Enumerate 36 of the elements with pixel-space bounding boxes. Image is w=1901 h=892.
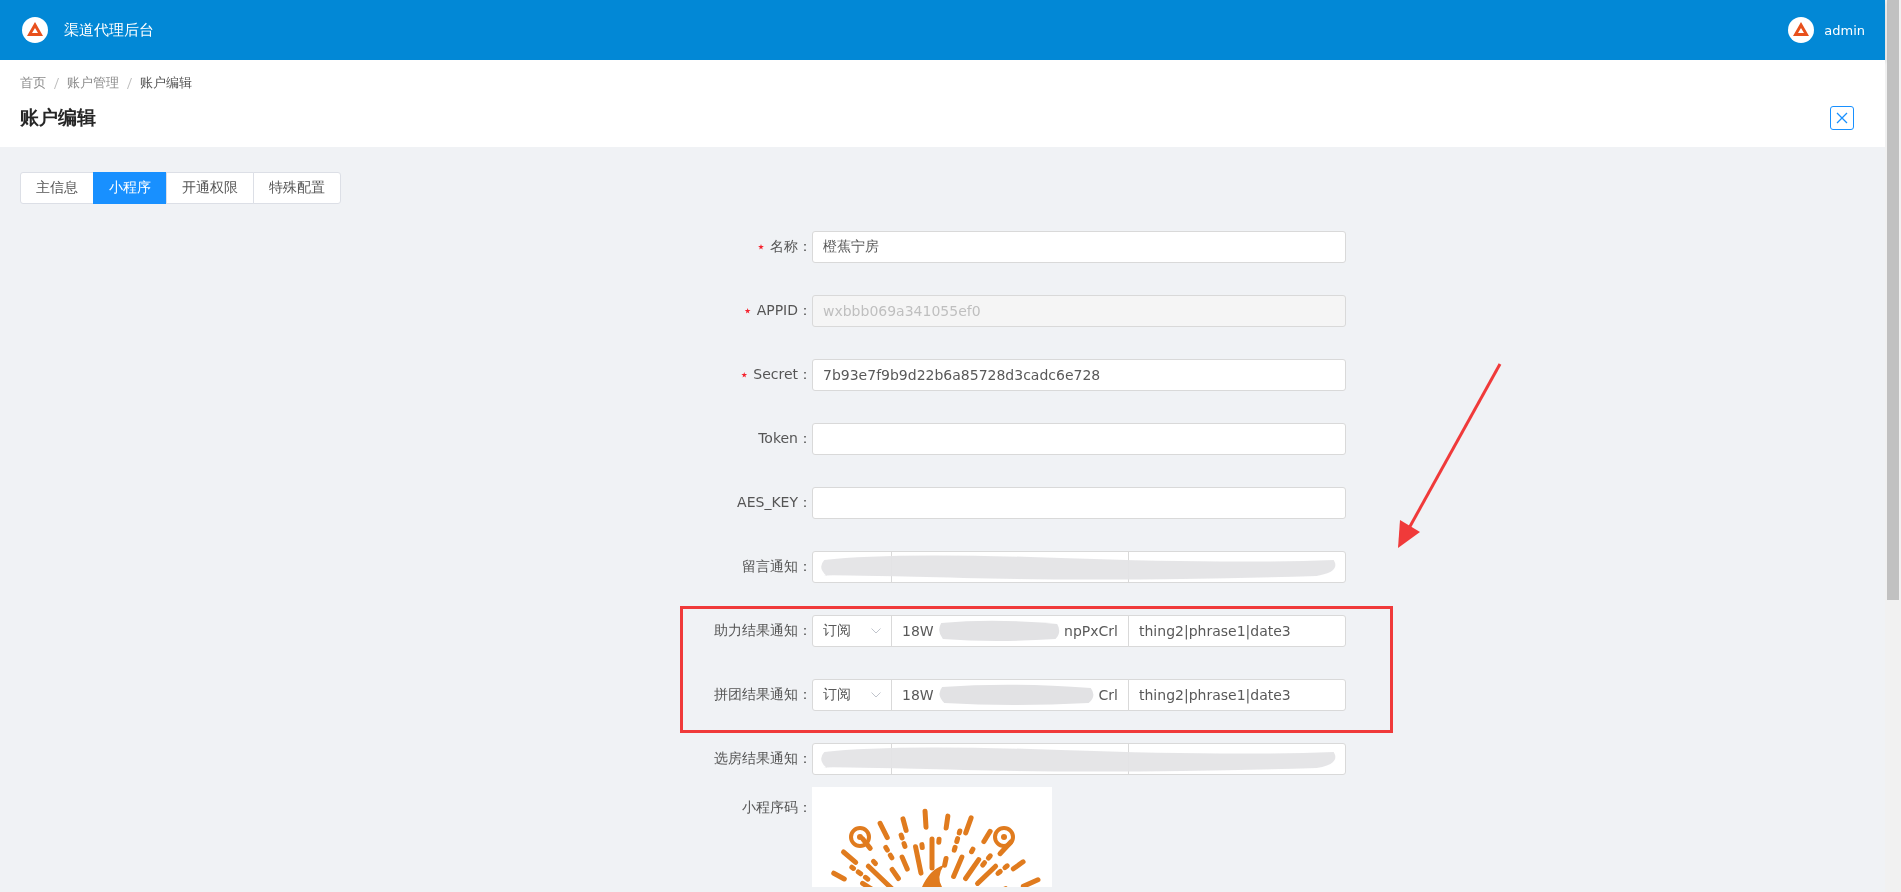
field-label: APPID： [756, 302, 812, 320]
field-label: 小程序码： [742, 799, 812, 817]
field-label: 拼团结果通知： [714, 686, 812, 704]
breadcrumb-item[interactable]: 首页 [20, 74, 46, 92]
input-field[interactable]: thing2|phrase1|date3 [1128, 615, 1346, 647]
field-label: AES_KEY： [737, 494, 812, 512]
field-label: 助力结果通知： [714, 622, 812, 640]
field-label: Token： [758, 430, 812, 448]
input-field[interactable]: 18W npPxCrl [891, 615, 1129, 647]
app-title: 渠道代理后台 [64, 20, 154, 40]
username[interactable]: admin [1824, 22, 1865, 38]
close-button[interactable] [1830, 106, 1854, 130]
input-field[interactable] [812, 423, 1346, 455]
tab[interactable]: 开通权限 [166, 172, 254, 204]
input-field[interactable]: 7b93e7f9b9d22b6a85728d3cadc6e728 [812, 359, 1346, 391]
tab[interactable]: 主信息 [20, 172, 94, 204]
page-title: 账户编辑 [20, 105, 96, 130]
avatar-icon[interactable] [1788, 17, 1815, 43]
scrollbar[interactable] [1885, 0, 1901, 892]
input-field[interactable]: 橙蕉宁房 [812, 231, 1346, 263]
logo-icon [22, 17, 48, 43]
select-field[interactable]: 订阅 [812, 679, 892, 711]
tab[interactable]: 特殊配置 [253, 172, 341, 204]
field-label: 选房结果通知： [714, 750, 812, 768]
select-field[interactable]: 订阅 [812, 615, 892, 647]
breadcrumb-item[interactable]: 账户管理 [67, 74, 119, 92]
input-field[interactable]: thing2|phrase1|date3 [1128, 679, 1346, 711]
field-label: 名称： [770, 238, 812, 256]
input-field[interactable] [812, 487, 1346, 519]
input-field[interactable]: 18W Crl [891, 679, 1129, 711]
caret-icon [871, 628, 881, 634]
breadcrumb-item[interactable]: 账户编辑 [140, 74, 192, 92]
close-icon [1836, 112, 1848, 124]
field-label: 留言通知： [742, 558, 812, 576]
field-label: Secret： [753, 366, 812, 384]
caret-icon [871, 692, 881, 698]
